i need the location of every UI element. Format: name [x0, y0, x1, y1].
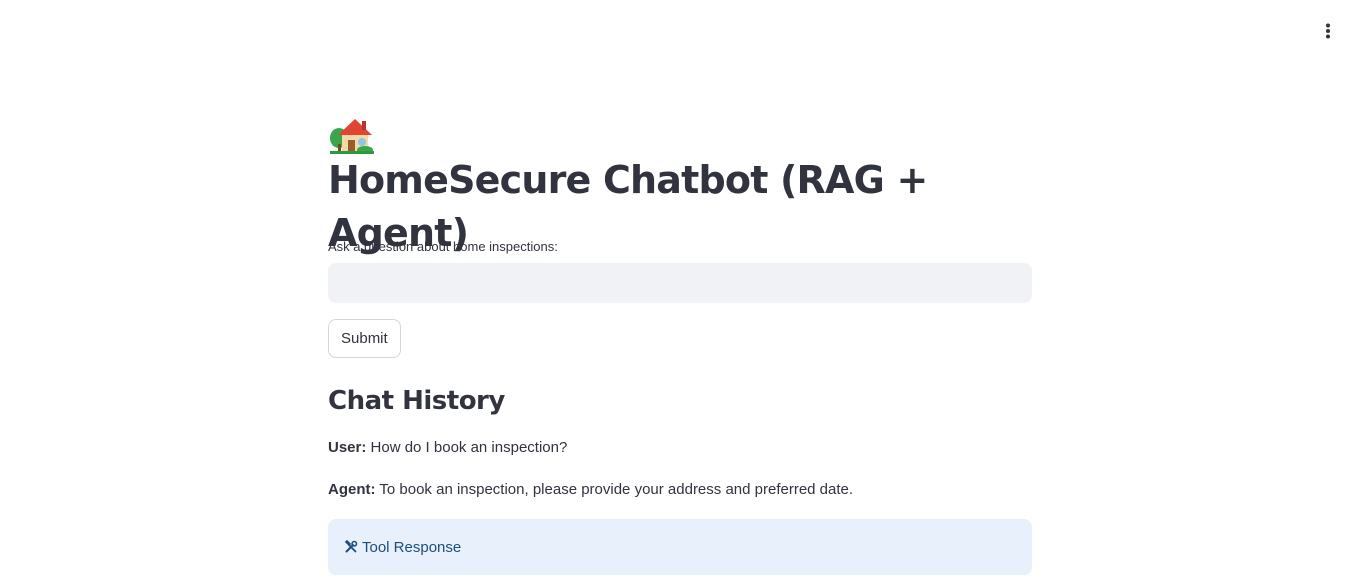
house-with-garden-icon [328, 114, 376, 154]
tool-response-box: Tool Response [328, 519, 1032, 575]
message-text: To book an inspection, please provide yo… [375, 481, 854, 498]
tool-response-label: Tool Response [362, 538, 462, 556]
main-content: HomeSecure Chatbot (RAG + Agent) Ask a q… [328, 110, 1032, 575]
chat-message-user: User: How do I book an inspection? [328, 439, 567, 456]
main-menu-button[interactable] [1314, 21, 1342, 45]
message-role-label: Agent: [328, 481, 376, 498]
vertical-ellipsis-icon [1326, 23, 1330, 44]
question-input[interactable] [328, 263, 1032, 303]
chat-message-agent: Agent: To book an inspection, please pro… [328, 481, 853, 498]
message-role-label: User: [328, 439, 367, 456]
submit-button[interactable]: Submit [328, 319, 401, 358]
hammer-and-wrench-icon [344, 540, 358, 554]
chat-history-heading: Chat History [328, 386, 505, 416]
question-input-container[interactable] [328, 263, 1032, 303]
page-title: HomeSecure Chatbot (RAG + Agent) [328, 110, 1032, 260]
message-text: How do I book an inspection? [366, 439, 568, 456]
question-label: Ask a question about home inspections: [328, 239, 558, 254]
